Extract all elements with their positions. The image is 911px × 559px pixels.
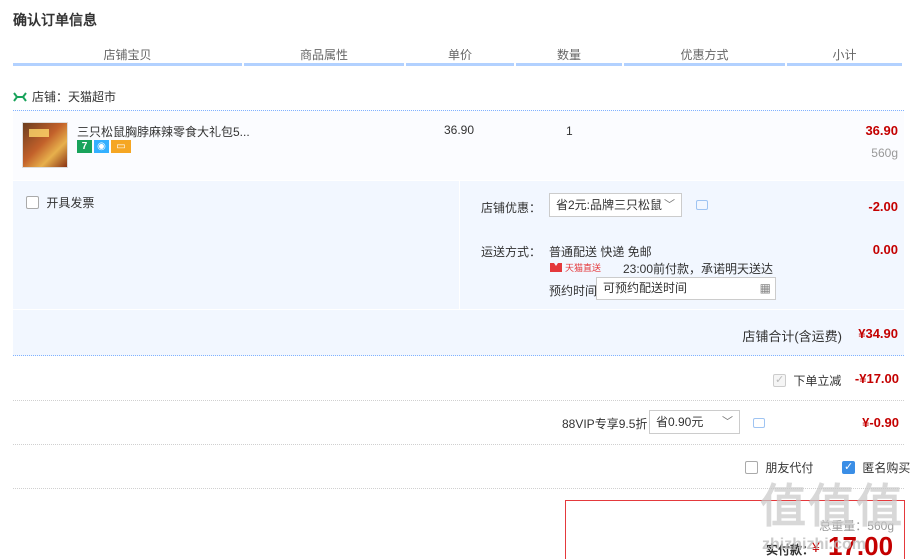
page-title: 确认订单信息 xyxy=(13,12,97,28)
tmall-direct-label: 天猫直送 xyxy=(565,262,601,273)
chat-icon[interactable] xyxy=(753,418,765,428)
column-header-unit-price: 单价 xyxy=(406,46,514,66)
order-discount-option[interactable]: 下单立减 xyxy=(773,372,841,389)
vip-discount-amount: ¥-0.90 xyxy=(862,415,899,430)
appointment-time-input[interactable]: 可预约配送时间 ▦ xyxy=(596,277,776,300)
shop-discount-select[interactable]: 省2元:品牌三只松鼠 ﹀ xyxy=(549,193,682,217)
column-header-quantity: 数量 xyxy=(516,46,622,66)
friend-pay-checkbox[interactable] xyxy=(745,461,758,474)
table-header: 店铺宝贝 商品属性 单价 数量 优惠方式 小计 xyxy=(13,46,902,66)
invoice-option[interactable]: 开具发票 xyxy=(26,194,94,211)
vip-discount-select[interactable]: 省0.90元 ﹀ xyxy=(649,410,740,434)
shop-discount-amount: -2.00 xyxy=(868,199,898,214)
watermark-logo: 值值值 xyxy=(760,480,904,532)
shop-total-row: 店铺合计(含运费) ¥34.90 xyxy=(13,310,904,356)
column-header-subtotal: 小计 xyxy=(787,46,902,66)
chat-icon[interactable] xyxy=(696,200,708,210)
shipping-label: 运送方式： xyxy=(481,245,542,259)
column-header-discount: 优惠方式 xyxy=(624,46,785,66)
vip-label: 88VIP专享9.5折 xyxy=(562,417,648,431)
shipping-promise: 23:00前付款，承诺明天送达 xyxy=(623,262,774,276)
shop-total-amount: ¥34.90 xyxy=(858,326,898,341)
discount-shipping-panel: 店铺优惠： 省2元:品牌三只松鼠 ﹀ -2.00 运送方式： 普通配送 快递 免… xyxy=(459,181,904,309)
product-thumbnail[interactable] xyxy=(22,122,68,168)
shop-discount-label: 店铺优惠： xyxy=(481,201,542,215)
shop-discount-value: 省2元:品牌三只松鼠 xyxy=(556,198,663,212)
item-weight: 560g xyxy=(871,146,898,160)
quantity-value: 1 xyxy=(566,124,573,138)
order-options: 开具发票 店铺优惠： 省2元:品牌三只松鼠 ﹀ -2.00 运送方式： 普通配送… xyxy=(13,181,904,309)
shipping-method: 普通配送 快递 免邮 xyxy=(549,245,652,259)
chevron-down-icon: ﹀ xyxy=(722,416,733,428)
product-name[interactable]: 三只松鼠胸脖麻辣零食大礼包5... xyxy=(77,123,250,140)
chevron-down-icon: ﹀ xyxy=(664,199,675,211)
appointment-placeholder: 可预约配送时间 xyxy=(603,281,688,295)
invoice-label: 开具发票 xyxy=(46,196,95,210)
item-subtotal: 36.90 xyxy=(865,123,898,138)
shop-name[interactable]: 店铺：天猫超市 xyxy=(32,88,116,105)
seven-day-return-icon[interactable]: 7 xyxy=(77,140,92,153)
order-discount-checkbox[interactable] xyxy=(773,373,786,387)
shop-total-label: 店铺合计(含运费) xyxy=(742,329,842,344)
service-badges: 7 ◉ ▭ xyxy=(77,140,131,153)
order-item-row: 三只松鼠胸脖麻辣零食大礼包5... 7 ◉ ▭ 36.90 1 36.90 56… xyxy=(13,110,904,180)
invoice-checkbox[interactable] xyxy=(26,196,39,209)
shield-icon[interactable]: ◉ xyxy=(94,140,109,153)
invoice-panel: 开具发票 xyxy=(13,181,458,309)
divider xyxy=(13,444,904,445)
tmall-shop-icon xyxy=(13,91,27,102)
appointment-label: 预约时间 xyxy=(549,284,598,298)
vip-discount-value: 省0.90元 xyxy=(656,415,704,429)
column-header-attributes: 商品属性 xyxy=(244,46,404,66)
column-header-shop-item: 店铺宝贝 xyxy=(13,46,242,66)
calendar-icon[interactable]: ▦ xyxy=(760,278,771,299)
shop-line: 店铺：天猫超市 xyxy=(13,88,116,105)
order-discount-label: 下单立减 xyxy=(793,374,842,388)
credit-card-icon[interactable]: ▭ xyxy=(111,140,131,153)
order-discount-amount: -¥17.00 xyxy=(854,371,899,386)
shipping-amount: 0.00 xyxy=(872,242,898,257)
tmall-direct-icon: 天猫直送 xyxy=(550,262,601,273)
unit-price: 36.90 xyxy=(444,123,475,137)
divider xyxy=(13,400,904,401)
watermark-url: zhizhizhi.com xyxy=(762,536,866,553)
